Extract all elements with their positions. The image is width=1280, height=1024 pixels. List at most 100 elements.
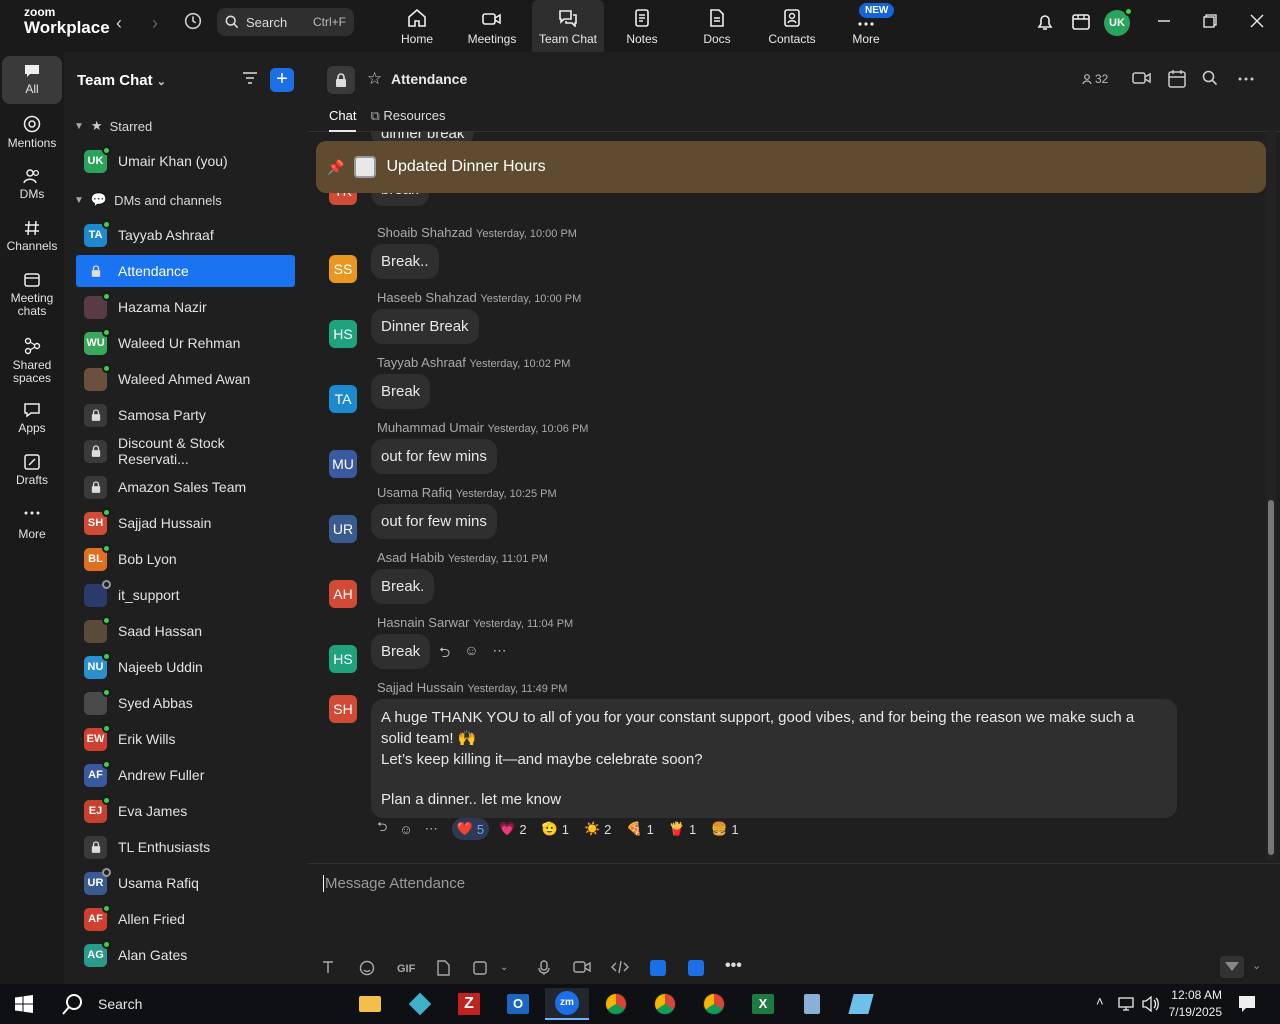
sidebar-item[interactable]: AF Allen Fried <box>76 903 295 935</box>
calculator-icon[interactable] <box>790 988 834 1020</box>
member-count-button[interactable]: 32 <box>1082 72 1108 86</box>
app-blue-icon[interactable] <box>839 988 883 1020</box>
rail-apps[interactable]: Apps <box>2 402 62 435</box>
zoom-taskbar-icon[interactable]: zm <box>545 988 589 1020</box>
emoji-icon[interactable] <box>359 960 375 976</box>
message-composer[interactable]: Message Attendance GIF ⌄ ••• ⌄ <box>308 863 1280 984</box>
volume-icon[interactable] <box>1142 996 1160 1012</box>
tab-home[interactable]: Home <box>381 0 453 52</box>
rail-dms[interactable]: DMs <box>2 168 62 201</box>
tab-resources[interactable]: ⧉ Resources <box>370 108 445 132</box>
scrollbar[interactable] <box>1266 130 1276 860</box>
rail-shared-spaces[interactable]: Shared spaces <box>2 337 62 385</box>
new-chat-button[interactable]: + <box>270 68 294 92</box>
section-dms-channels[interactable]: ▼ 💬 DMs and channels <box>74 192 222 208</box>
rail-drafts[interactable]: Drafts <box>2 454 62 487</box>
sidebar-item[interactable]: Syed Abbas <box>76 687 295 719</box>
reaction-chip[interactable]: 🍔 1 <box>706 818 743 840</box>
sidebar-item-umair-khan[interactable]: UK Umair Khan (you) <box>76 145 295 177</box>
back-arrow-icon[interactable]: ‹ <box>116 13 122 34</box>
text-format-icon[interactable] <box>321 960 335 974</box>
tab-docs[interactable]: Docs <box>681 0 753 52</box>
whiteboard-icon[interactable] <box>1071 12 1091 32</box>
tab-team-chat[interactable]: Team Chat <box>532 0 604 52</box>
sidebar-item[interactable]: Saad Hassan <box>76 615 295 647</box>
close-icon[interactable] <box>1250 14 1264 28</box>
chrome-icon[interactable] <box>643 988 687 1020</box>
search-input[interactable]: Search Ctrl+F <box>217 8 354 36</box>
rail-all[interactable]: All <box>2 56 62 104</box>
sidebar-item[interactable]: Attendance <box>76 255 295 287</box>
reaction-chip[interactable]: 🍕 1 <box>621 818 658 840</box>
sidebar-item[interactable]: Samosa Party <box>76 399 295 431</box>
taskbar-clock[interactable]: 12:08 AM 7/19/2025 <box>1168 987 1222 1021</box>
microphone-icon[interactable] <box>538 960 550 976</box>
minimize-icon[interactable] <box>1157 14 1171 28</box>
sidebar-item[interactable]: EW Erik Wills <box>76 723 295 755</box>
rail-channels[interactable]: Channels <box>2 220 62 253</box>
sidebar-item[interactable]: BL Bob Lyon <box>76 543 295 575</box>
more-dots-icon[interactable]: ••• <box>725 957 742 975</box>
more-dots-icon[interactable] <box>1238 77 1254 81</box>
rail-meeting-chats[interactable]: Meeting chats <box>2 272 62 318</box>
reaction-chip[interactable]: ❤️ 5 <box>451 818 490 840</box>
code-snippet-icon[interactable] <box>611 960 629 974</box>
sidebar-item[interactable]: TL Enthusiasts <box>76 831 295 863</box>
rail-mentions[interactable]: Mentions <box>2 115 62 150</box>
outlook-icon[interactable]: O <box>496 988 540 1020</box>
chrome-icon[interactable] <box>594 988 638 1020</box>
sidebar-item[interactable]: NU Najeeb Uddin <box>76 651 295 683</box>
send-button[interactable] <box>1220 956 1244 978</box>
history-icon[interactable] <box>182 10 204 32</box>
sidebar-item[interactable]: Discount & Stock Reservati... <box>76 435 295 467</box>
sidebar-item[interactable]: UR Usama Rafiq <box>76 867 295 899</box>
reaction-chip[interactable]: 🫡 1 <box>537 818 574 840</box>
sidebar-item[interactable]: Waleed Ahmed Awan <box>76 363 295 395</box>
file-explorer-icon[interactable] <box>348 988 392 1020</box>
tab-contacts[interactable]: Contacts <box>756 0 828 52</box>
app-diamond-icon[interactable] <box>398 988 442 1020</box>
rail-more[interactable]: More <box>2 510 62 541</box>
more-dots-icon[interactable]: ⋯ <box>425 821 438 837</box>
reaction-chip[interactable]: 💗 2 <box>494 818 531 840</box>
sidebar-item[interactable]: AG Alan Gates <box>76 939 295 971</box>
taskbar-search[interactable]: Search <box>48 984 348 1024</box>
video-camera-icon[interactable] <box>1132 70 1152 86</box>
reaction-chip[interactable]: 🍟 1 <box>664 818 701 840</box>
reaction-chip[interactable]: ☀️ 2 <box>579 818 616 840</box>
sidebar-item[interactable]: it_support <box>76 579 295 611</box>
tab-notes[interactable]: Notes <box>606 0 678 52</box>
screenshot-icon[interactable] <box>473 960 489 976</box>
sidebar-item[interactable]: Amazon Sales Team <box>76 471 295 503</box>
sidebar-item[interactable]: Hazama Nazir <box>76 291 295 323</box>
gif-button[interactable]: GIF <box>397 963 415 975</box>
restore-icon[interactable] <box>1203 14 1217 28</box>
channel-title[interactable]: Attendance <box>391 71 467 87</box>
chrome-icon[interactable] <box>692 988 736 1020</box>
tab-chat[interactable]: Chat <box>329 108 357 132</box>
user-avatar[interactable]: UK <box>1104 7 1133 36</box>
add-reaction-icon[interactable]: ☺ <box>399 822 412 837</box>
notifications-icon[interactable] <box>1238 995 1256 1013</box>
sidebar-item[interactable]: EJ Eva James <box>76 795 295 827</box>
reply-icon[interactable]: ⮌ <box>439 642 450 666</box>
search-icon[interactable] <box>1202 70 1218 86</box>
app-icon-blue[interactable] <box>650 960 666 976</box>
chevron-down-icon[interactable]: ⌄ <box>1252 959 1261 972</box>
sidebar-item[interactable]: TA Tayyab Ashraaf <box>76 219 295 251</box>
chevron-up-icon[interactable]: ˄ <box>1096 994 1104 1009</box>
filezilla-icon[interactable]: Z <box>447 988 491 1020</box>
tab-meetings[interactable]: Meetings <box>456 0 528 52</box>
filter-icon[interactable] <box>242 71 258 85</box>
video-message-icon[interactable] <box>573 960 591 974</box>
chevron-down-icon[interactable]: ⌄ <box>500 962 508 973</box>
pinned-message-banner[interactable]: 📌 Updated Dinner Hours <box>316 141 1266 193</box>
bell-icon[interactable] <box>1035 12 1055 32</box>
scrollbar-thumb[interactable] <box>1268 500 1274 855</box>
sidebar-item[interactable]: WU Waleed Ur Rehman <box>76 327 295 359</box>
section-starred[interactable]: ▼ ★ Starred <box>74 118 152 134</box>
excel-icon[interactable]: X <box>741 988 785 1020</box>
sidebar-item[interactable]: AF Andrew Fuller <box>76 759 295 791</box>
forward-arrow-icon[interactable]: › <box>152 13 158 34</box>
app-icon-zoom[interactable] <box>688 960 704 976</box>
